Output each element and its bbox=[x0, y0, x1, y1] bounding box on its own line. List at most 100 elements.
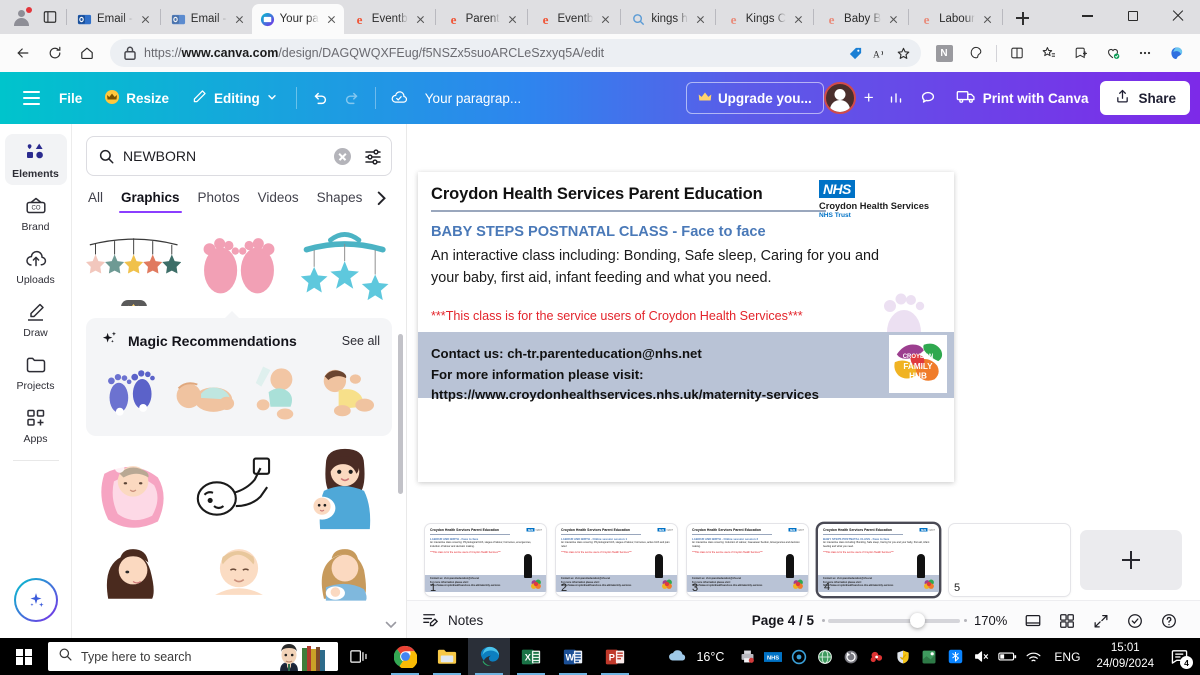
design-page[interactable]: Croydon Health Services Parent Education… bbox=[418, 172, 954, 482]
weather-widget[interactable]: 16°C bbox=[663, 647, 734, 666]
page-thumbnail-selected[interactable]: Croydon Health Services Parent Education… bbox=[818, 524, 939, 596]
clear-icon[interactable] bbox=[334, 147, 351, 165]
browser-tab[interactable]: e Kings C bbox=[718, 4, 811, 34]
graphic-star-garland[interactable] bbox=[86, 220, 182, 306]
upgrade-button[interactable]: Upgrade you... bbox=[685, 82, 824, 114]
refresh-icon[interactable] bbox=[40, 38, 70, 68]
defender-icon[interactable] bbox=[890, 638, 916, 675]
onedrive-icon[interactable] bbox=[864, 638, 890, 675]
settings-more-icon[interactable] bbox=[1130, 38, 1160, 68]
backup-icon[interactable] bbox=[838, 638, 864, 675]
present-icon[interactable] bbox=[1016, 606, 1050, 636]
browser-essentials-icon[interactable] bbox=[1098, 38, 1128, 68]
battery-icon[interactable] bbox=[994, 638, 1020, 675]
help-icon[interactable] bbox=[1152, 606, 1186, 636]
sidebar-item-uploads[interactable]: Uploads bbox=[5, 240, 67, 291]
class-heading[interactable]: BABY STEPS POSTNATAL CLASS - Face to fac… bbox=[431, 224, 766, 240]
redo-icon[interactable] bbox=[336, 82, 368, 114]
share-button[interactable]: Share bbox=[1100, 81, 1190, 115]
graphic-breastfeeding-mother[interactable] bbox=[297, 542, 392, 602]
taskbar-app-file-explorer[interactable] bbox=[426, 638, 468, 675]
filter-icon[interactable] bbox=[363, 146, 383, 166]
favorites-icon[interactable] bbox=[1034, 38, 1064, 68]
tab-close-icon[interactable] bbox=[138, 12, 153, 27]
taskbar-app-excel[interactable]: X bbox=[510, 638, 552, 675]
read-aloud-icon[interactable]: A bbox=[867, 41, 891, 65]
taskbar-app-edge[interactable] bbox=[468, 638, 510, 675]
graphic-baby-mobile[interactable] bbox=[297, 220, 392, 306]
sidebar-item-apps[interactable]: Apps bbox=[5, 399, 67, 450]
favorite-star-icon[interactable] bbox=[891, 41, 915, 65]
add-collaborator-button[interactable]: + bbox=[858, 87, 880, 109]
globe-icon[interactable] bbox=[812, 638, 838, 675]
windows-start-icon[interactable] bbox=[0, 638, 48, 675]
volume-mute-icon[interactable] bbox=[968, 638, 994, 675]
tab-all[interactable]: All bbox=[86, 182, 112, 214]
wifi-icon[interactable] bbox=[1020, 638, 1046, 675]
chevron-right-icon[interactable] bbox=[371, 187, 392, 209]
graphic-nurse-holding-baby[interactable] bbox=[297, 446, 392, 532]
graphic-nappy-change-outline[interactable] bbox=[191, 446, 286, 532]
taskbar-app-powerpoint[interactable]: P bbox=[594, 638, 636, 675]
profile-button[interactable] bbox=[6, 2, 36, 32]
hamburger-icon[interactable] bbox=[14, 81, 48, 115]
tab-shapes[interactable]: Shapes bbox=[308, 182, 372, 214]
back-icon[interactable] bbox=[8, 38, 38, 68]
taskbar-app-word[interactable]: W bbox=[552, 638, 594, 675]
browser-tab-active[interactable]: Your pa bbox=[251, 4, 344, 34]
task-view-icon[interactable] bbox=[338, 638, 380, 675]
collections-icon[interactable] bbox=[1066, 38, 1096, 68]
page-thumbnail[interactable]: Croydon Health Services Parent Education… bbox=[425, 524, 546, 596]
browser-tab[interactable]: e Baby B bbox=[816, 4, 906, 34]
tab-close-icon[interactable] bbox=[232, 12, 247, 27]
sidebar-item-draw[interactable]: Draw bbox=[5, 293, 67, 344]
graphic-baby-bottle-feeding[interactable] bbox=[242, 362, 308, 424]
page-title[interactable]: Croydon Health Services Parent Education bbox=[431, 185, 763, 204]
see-all-link[interactable]: See all bbox=[342, 334, 380, 348]
taskbar-app-chrome[interactable] bbox=[384, 638, 426, 675]
cloud-saved-icon[interactable] bbox=[383, 82, 415, 114]
search-box[interactable] bbox=[86, 136, 392, 176]
tab-photos[interactable]: Photos bbox=[189, 182, 249, 214]
tab-close-icon[interactable] bbox=[886, 12, 901, 27]
graphic-baby-feet-pink[interactable] bbox=[191, 220, 286, 306]
editing-mode-button[interactable]: Editing bbox=[180, 82, 289, 114]
search-input[interactable] bbox=[123, 148, 326, 164]
graphic-mother-dark-hair[interactable] bbox=[86, 542, 181, 602]
document-title[interactable]: Your paragrap... bbox=[415, 91, 531, 106]
add-page-button[interactable] bbox=[1080, 530, 1182, 590]
graphic-crawling-baby[interactable] bbox=[314, 362, 380, 424]
page-thumbnail[interactable]: Croydon Health Services Parent Education… bbox=[556, 524, 677, 596]
maximize-button[interactable] bbox=[1110, 0, 1155, 32]
magic-studio-button[interactable] bbox=[13, 578, 58, 622]
zoom-slider-knob[interactable] bbox=[909, 613, 925, 628]
notes-button[interactable]: Notes bbox=[421, 610, 483, 632]
home-icon[interactable] bbox=[72, 38, 102, 68]
graphic-baby-face[interactable] bbox=[191, 542, 286, 602]
grid-view-icon[interactable] bbox=[1050, 606, 1084, 636]
service-notice[interactable]: ***This class is for the service users o… bbox=[431, 309, 803, 323]
copilot-sidebar-icon[interactable] bbox=[1162, 38, 1192, 68]
zoom-slider[interactable] bbox=[822, 613, 967, 628]
tab-close-icon[interactable] bbox=[791, 12, 806, 27]
print-with-canva-button[interactable]: Print with Canva bbox=[944, 82, 1101, 114]
security-icon[interactable] bbox=[786, 638, 812, 675]
fullscreen-icon[interactable] bbox=[1084, 606, 1118, 636]
browser-tab[interactable]: e Parent bbox=[438, 4, 525, 34]
file-menu-button[interactable]: File bbox=[48, 82, 93, 114]
graphic-sleeping-baby[interactable] bbox=[170, 362, 236, 424]
new-tab-button[interactable] bbox=[1010, 5, 1036, 31]
scroll-down-icon[interactable] bbox=[382, 616, 400, 634]
extension-n-icon[interactable]: N bbox=[929, 38, 959, 68]
close-button[interactable] bbox=[1155, 0, 1200, 32]
tab-close-icon[interactable] bbox=[693, 12, 708, 27]
tab-close-icon[interactable] bbox=[413, 12, 428, 27]
notification-center-button[interactable]: 4 bbox=[1162, 638, 1196, 675]
nhs-icon[interactable]: NHS bbox=[760, 638, 786, 675]
graphic-footprints-blue[interactable] bbox=[98, 362, 164, 424]
browser-tab[interactable]: e Eventb bbox=[530, 4, 619, 34]
comment-icon[interactable] bbox=[912, 82, 944, 114]
copilot-icon[interactable] bbox=[961, 38, 991, 68]
minimize-button[interactable] bbox=[1065, 0, 1110, 32]
tab-close-icon[interactable] bbox=[980, 12, 995, 27]
